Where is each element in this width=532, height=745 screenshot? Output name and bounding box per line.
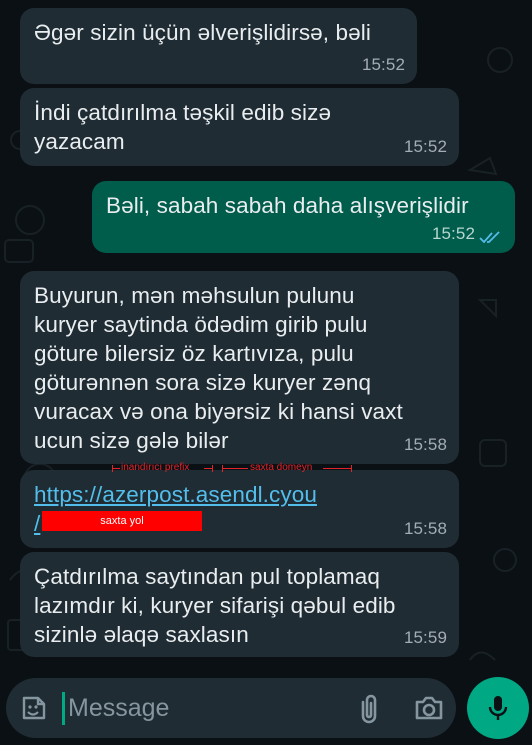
annotation-domain-label: saxta domeyn (250, 462, 313, 473)
annotation-bracket (204, 468, 212, 469)
microphone-icon (488, 696, 508, 720)
message-composer[interactable]: Message (6, 678, 456, 738)
annotation-bracket (222, 468, 248, 469)
annotation-bracket (351, 465, 352, 472)
double-check-icon (479, 231, 500, 244)
message-text: Buyurun, mən məhsulun pulunu kuryer sayt… (34, 283, 403, 453)
message-bubble-outgoing[interactable]: Bəli, sabah sabah daha alışverişlidir 15… (92, 181, 515, 253)
paperclip-icon[interactable] (353, 692, 385, 726)
message-text: İndi çatdırılma təşkil edib sizə yazacam (34, 100, 332, 154)
message-time: 15:52 (403, 137, 447, 156)
message-link-continuation[interactable]: / (34, 511, 40, 536)
text-cursor (62, 692, 65, 725)
message-text: Bəli, sabah sabah daha alışverişlidir (106, 193, 469, 218)
annotation-bracket (112, 468, 120, 469)
message-text: Əgər sizin üçün əlverişlidirsə, bəli (34, 20, 371, 45)
message-bubble[interactable]: İndi çatdırılma təşkil edib sizə yazacam… (20, 88, 459, 166)
message-text: Çatdırılma saytından pul toplamaq lazımd… (34, 564, 396, 647)
message-time: 15:52 (361, 55, 405, 74)
sticker-icon[interactable] (20, 694, 48, 722)
message-time: 15:58 (403, 519, 447, 538)
message-time: 15:52 (431, 224, 475, 243)
annotation-bracket (212, 465, 213, 472)
redaction-box: saxta yol (42, 511, 202, 531)
message-bubble[interactable]: Buyurun, mən məhsulun pulunu kuryer sayt… (20, 271, 459, 464)
annotation-bracket (323, 468, 351, 469)
message-link[interactable]: https://azerpost.asendl.cyou (34, 482, 317, 507)
voice-record-button[interactable] (467, 677, 529, 739)
annotation-prefix-label: inandırıcı prefix (121, 462, 190, 473)
message-bubble[interactable]: Əgər sizin üçün əlverişlidirsə, bəli 15:… (20, 8, 417, 84)
camera-icon[interactable] (413, 693, 445, 723)
link-message-bubble[interactable]: https://azerpost.asendl.cyou / 15:58 (20, 470, 459, 548)
message-bubble[interactable]: Çatdırılma saytından pul toplamaq lazımd… (20, 552, 459, 657)
redaction-label: saxta yol (100, 515, 144, 527)
message-input[interactable]: Message (68, 692, 169, 725)
message-time: 15:59 (403, 628, 447, 647)
message-time: 15:58 (403, 435, 447, 454)
